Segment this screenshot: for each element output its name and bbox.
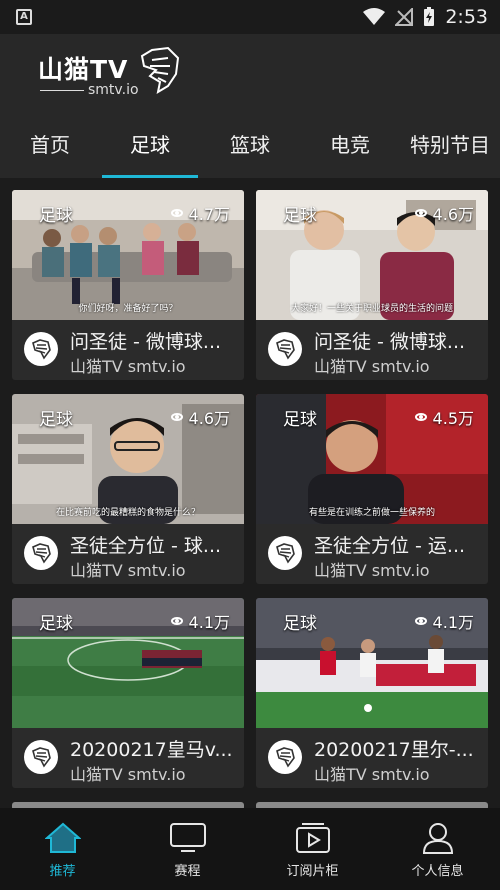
view-count-value: 4.6万	[432, 205, 474, 224]
channel-avatar[interactable]	[24, 332, 58, 366]
channel-name: 山猫TV smtv.io	[314, 765, 430, 784]
view-count: 4.6万	[170, 405, 230, 429]
category-tag: 足球	[283, 206, 317, 226]
video-title[interactable]: 问圣徒 - 微博球...	[314, 327, 484, 354]
view-count: 4.1万	[170, 609, 230, 633]
logo-text: 山猫TV	[38, 55, 129, 84]
view-count: 4.6万	[414, 201, 474, 225]
video-thumbnail[interactable]: 足球 4.7万 你们好呀，准备好了吗？	[12, 190, 244, 320]
video-thumbnail[interactable]: 足球 4.6万 在比赛前吃的最糟糕的食物是什么？	[12, 394, 244, 524]
view-count: 4.7万	[170, 201, 230, 225]
video-card[interactable]: 足球 4.1万 20200217里尔-... 山猫TV smtv.io	[256, 598, 488, 788]
app-logo[interactable]: 山猫TV smtv.io	[38, 46, 183, 100]
category-tag: 足球	[39, 206, 73, 226]
video-title[interactable]: 问圣徒 - 微博球...	[70, 327, 240, 354]
category-tabs: 首页 足球 篮球 电竞 特别节目	[0, 112, 500, 178]
status-bar: A 2:53	[0, 0, 500, 34]
channel-name: 山猫TV smtv.io	[314, 561, 430, 580]
channel-name: 山猫TV smtv.io	[314, 357, 430, 376]
video-thumbnail[interactable]: 足球 4.1万	[256, 598, 488, 728]
bottom-navigation: 推荐 赛程 订阅片柜 个人信息	[0, 808, 500, 890]
eye-icon	[414, 413, 427, 421]
video-thumbnail[interactable]: 足球 4.1万	[12, 598, 244, 728]
tab-home[interactable]: 首页	[0, 112, 100, 178]
view-count-value: 4.1万	[432, 613, 474, 632]
nav-subscriptions[interactable]: 订阅片柜	[250, 808, 375, 890]
video-card[interactable]: 足球 4.6万 在比赛前吃的最糟糕的食物是什么？ 圣徒全方位 - 球... 山猫…	[12, 394, 244, 584]
nav-label: 赛程	[174, 864, 201, 879]
nav-recommend[interactable]: 推荐	[0, 808, 125, 890]
tab-esports[interactable]: 电竞	[300, 112, 400, 178]
wifi-icon	[363, 8, 386, 25]
tab-specials[interactable]: 特别节目	[400, 112, 500, 178]
tiger-avatar-icon	[276, 339, 295, 360]
eye-icon	[414, 209, 427, 217]
category-tag: 足球	[283, 614, 317, 634]
eye-icon	[414, 617, 427, 625]
nav-label: 个人信息	[411, 864, 464, 879]
app-header: 山猫TV smtv.io	[0, 34, 500, 112]
channel-name: 山猫TV smtv.io	[70, 765, 186, 784]
video-subtitle: 你们好呀，准备好了吗？	[78, 304, 178, 314]
tiger-avatar-icon	[276, 747, 295, 768]
video-thumbnail[interactable]: 足球 4.6万 大家好！一些关于职业球员的生活的问题	[256, 190, 488, 320]
nav-label: 推荐	[49, 864, 76, 879]
view-count: 4.1万	[414, 609, 474, 633]
tiger-avatar-icon	[32, 543, 51, 564]
category-tag: 足球	[39, 410, 73, 430]
tiger-logo-icon	[140, 46, 180, 95]
channel-avatar[interactable]	[24, 536, 58, 570]
channel-name: 山猫TV smtv.io	[70, 561, 186, 580]
status-clock: 2:53	[445, 6, 488, 28]
video-card[interactable]: 足球 4.7万 你们好呀，准备好了吗？ 问圣徒 - 微博球... 山猫TV sm…	[12, 190, 244, 380]
tiger-avatar-icon	[276, 543, 295, 564]
home-icon	[44, 822, 81, 853]
eye-icon	[170, 413, 183, 421]
no-signal-icon	[395, 8, 414, 26]
video-subtitle: 在比赛前吃的最糟糕的食物是什么？	[55, 508, 200, 518]
video-card[interactable]: 足球 4.1万 20200217皇马v... 山猫TV smtv.io	[12, 598, 244, 788]
video-subtitle: 大家好！一些关于职业球员的生活的问题	[290, 304, 453, 314]
channel-avatar[interactable]	[268, 536, 302, 570]
nav-label: 订阅片柜	[286, 864, 339, 879]
channel-avatar[interactable]	[24, 740, 58, 774]
logo-subtitle: smtv.io	[88, 82, 139, 98]
tiger-avatar-icon	[32, 339, 51, 360]
play-box-icon	[295, 823, 330, 853]
tab-football[interactable]: 足球	[100, 112, 200, 178]
user-icon	[422, 823, 453, 854]
nav-schedule[interactable]: 赛程	[125, 808, 250, 890]
view-count-value: 4.5万	[432, 409, 474, 428]
notification-a-icon: A	[16, 9, 32, 25]
view-count-value: 4.7万	[188, 205, 230, 224]
video-title[interactable]: 圣徒全方位 - 球...	[70, 531, 240, 558]
eye-icon	[170, 617, 183, 625]
video-subtitle: 有些是在训练之前做一些保养的	[308, 508, 435, 518]
view-count-value: 4.1万	[188, 613, 230, 632]
eye-icon	[170, 209, 183, 217]
category-tag: 足球	[283, 410, 317, 430]
video-grid: 足球 4.7万 你们好呀，准备好了吗？ 问圣徒 - 微博球... 山猫TV sm…	[0, 178, 500, 808]
video-title[interactable]: 20200217皇马v...	[70, 735, 240, 762]
nav-profile[interactable]: 个人信息	[375, 808, 500, 890]
view-count: 4.5万	[414, 405, 474, 429]
channel-avatar[interactable]	[268, 740, 302, 774]
channel-name: 山猫TV smtv.io	[70, 357, 186, 376]
video-card[interactable]: 足球 4.6万 大家好！一些关于职业球员的生活的问题 问圣徒 - 微博球... …	[256, 190, 488, 380]
tiger-avatar-icon	[32, 747, 51, 768]
battery-charging-icon	[424, 7, 435, 26]
video-thumbnail[interactable]: 足球 4.5万 有些是在训练之前做一些保养的	[256, 394, 488, 524]
video-title[interactable]: 圣徒全方位 - 运...	[314, 531, 484, 558]
tab-basketball[interactable]: 篮球	[200, 112, 300, 178]
view-count-value: 4.6万	[188, 409, 230, 428]
logo-divider	[40, 90, 84, 91]
monitor-icon	[169, 823, 206, 852]
video-title[interactable]: 20200217里尔-...	[314, 735, 484, 762]
category-tag: 足球	[39, 614, 73, 634]
channel-avatar[interactable]	[268, 332, 302, 366]
video-card[interactable]: 足球 4.5万 有些是在训练之前做一些保养的 圣徒全方位 - 运... 山猫TV…	[256, 394, 488, 584]
